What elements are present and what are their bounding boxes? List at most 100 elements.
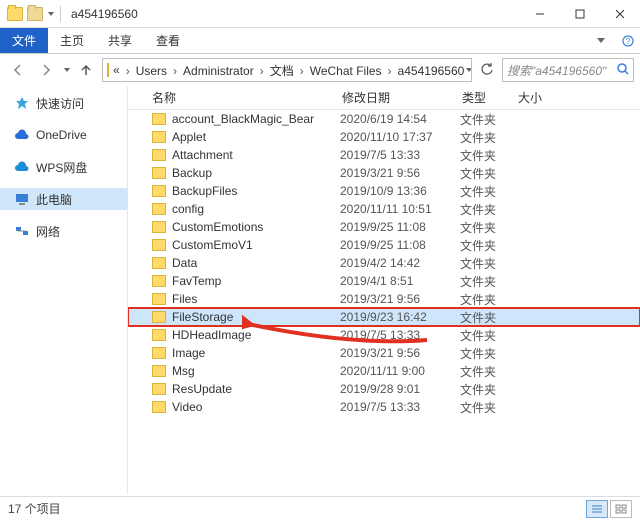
file-row[interactable]: Files2019/3/21 9:56文件夹 — [128, 290, 640, 308]
file-name: FileStorage — [172, 310, 340, 324]
file-row[interactable]: Backup2019/3/21 9:56文件夹 — [128, 164, 640, 182]
folder-icon — [152, 113, 166, 125]
folder-icon — [152, 275, 166, 287]
file-date: 2019/9/25 11:08 — [340, 238, 460, 252]
file-row[interactable]: Image2019/3/21 9:56文件夹 — [128, 344, 640, 362]
file-type: 文件夹 — [460, 111, 516, 128]
sidebar-item-net[interactable]: 网络 — [0, 220, 127, 242]
tab-home[interactable]: 主页 — [48, 28, 96, 53]
file-row[interactable]: ResUpdate2019/9/28 9:01文件夹 — [128, 380, 640, 398]
file-type: 文件夹 — [460, 327, 516, 344]
file-row[interactable]: account_BlackMagic_Bear2020/6/19 14:54文件… — [128, 110, 640, 128]
file-row[interactable]: FileStorage2019/9/23 16:42文件夹 — [128, 308, 640, 326]
column-headers[interactable]: 名称 修改日期 类型 大小 — [128, 86, 640, 110]
file-row[interactable]: Attachment2019/7/5 13:33文件夹 — [128, 146, 640, 164]
breadcrumb-item[interactable]: Administrator — [181, 64, 256, 78]
folder-icon — [152, 221, 166, 233]
status-item-count: 17 个项目 — [8, 500, 61, 517]
file-row[interactable]: Msg2020/11/11 9:00文件夹 — [128, 362, 640, 380]
svg-text:?: ? — [626, 37, 631, 46]
nav-history-dropdown[interactable] — [64, 68, 70, 72]
file-row[interactable]: CustomEmotions2019/9/25 11:08文件夹 — [128, 218, 640, 236]
sidebar-item-label: 此电脑 — [36, 191, 72, 208]
nav-back-button[interactable] — [6, 58, 30, 82]
breadcrumb-item[interactable]: WeChat Files — [308, 64, 384, 78]
file-row[interactable]: config2020/11/11 10:51文件夹 — [128, 200, 640, 218]
breadcrumb-bar[interactable]: « ›Users›Administrator›文档›WeChat Files›a… — [102, 58, 472, 82]
breadcrumb-item[interactable]: 文档 — [268, 64, 296, 78]
star-icon — [14, 96, 30, 110]
file-row[interactable]: BackupFiles2019/10/9 13:36文件夹 — [128, 182, 640, 200]
file-pane: 名称 修改日期 类型 大小 account_BlackMagic_Bear202… — [128, 86, 640, 494]
file-name: Applet — [172, 130, 340, 144]
file-date: 2019/7/5 13:33 — [340, 400, 460, 414]
titlebar-divider — [60, 6, 61, 22]
ribbon-expand-button[interactable] — [586, 28, 616, 53]
file-name: HDHeadImage — [172, 328, 340, 342]
file-type: 文件夹 — [460, 237, 516, 254]
folder-icon — [152, 131, 166, 143]
file-row[interactable]: Video2019/7/5 13:33文件夹 — [128, 398, 640, 416]
file-name: FavTemp — [172, 274, 340, 288]
pc-icon — [14, 192, 30, 206]
breadcrumb-sep: › — [256, 64, 268, 78]
view-details-button[interactable] — [586, 500, 608, 518]
qat-dropdown-icon[interactable] — [48, 12, 54, 16]
file-name: CustomEmotions — [172, 220, 340, 234]
sidebar-item-label: WPS网盘 — [36, 159, 87, 176]
folder-icon — [152, 311, 166, 323]
file-name: Attachment — [172, 148, 340, 162]
col-header-date[interactable]: 修改日期 — [342, 89, 462, 106]
breadcrumb-item[interactable]: Users — [134, 64, 169, 78]
file-date: 2019/3/21 9:56 — [340, 346, 460, 360]
file-type: 文件夹 — [460, 363, 516, 380]
file-row[interactable]: FavTemp2019/4/1 8:51文件夹 — [128, 272, 640, 290]
chevron-down-icon — [597, 38, 605, 43]
sidebar-item-pc[interactable]: 此电脑 — [0, 188, 127, 210]
nav-up-button[interactable] — [74, 58, 98, 82]
sidebar-item-cloud[interactable]: OneDrive — [0, 124, 127, 146]
file-type: 文件夹 — [460, 381, 516, 398]
breadcrumb-overflow[interactable]: « — [111, 63, 122, 77]
file-name: CustomEmoV1 — [172, 238, 340, 252]
sidebar-item-wps[interactable]: WPS网盘 — [0, 156, 127, 178]
refresh-button[interactable] — [476, 59, 498, 81]
folder-icon — [107, 63, 109, 77]
folder-icon — [152, 239, 166, 251]
minimize-button[interactable] — [520, 0, 560, 28]
file-row[interactable]: CustomEmoV12019/9/25 11:08文件夹 — [128, 236, 640, 254]
file-date: 2019/3/21 9:56 — [340, 292, 460, 306]
col-header-type[interactable]: 类型 — [462, 89, 518, 106]
file-name: Data — [172, 256, 340, 270]
status-bar: 17 个项目 — [0, 496, 640, 520]
help-button[interactable]: ? — [616, 28, 640, 53]
tab-view[interactable]: 查看 — [144, 28, 192, 53]
qat-open-icon[interactable] — [26, 5, 44, 23]
file-row[interactable]: HDHeadImage2019/7/5 13:33文件夹 — [128, 326, 640, 344]
nav-forward-button[interactable] — [34, 58, 58, 82]
breadcrumb-item[interactable]: a454196560 — [396, 64, 467, 78]
close-button[interactable] — [600, 0, 640, 28]
folder-icon — [152, 167, 166, 179]
file-date: 2019/4/1 8:51 — [340, 274, 460, 288]
col-header-size[interactable]: 大小 — [518, 89, 542, 106]
sidebar-item-label: 网络 — [36, 223, 60, 240]
tab-file[interactable]: 文件 — [0, 28, 48, 53]
search-input[interactable]: 搜索"a454196560" — [502, 58, 634, 82]
file-name: Backup — [172, 166, 340, 180]
folder-icon — [152, 365, 166, 377]
file-type: 文件夹 — [460, 129, 516, 146]
file-row[interactable]: Data2019/4/2 14:42文件夹 — [128, 254, 640, 272]
file-name: Video — [172, 400, 340, 414]
maximize-button[interactable] — [560, 0, 600, 28]
col-header-name[interactable]: 名称 — [152, 89, 342, 106]
folder-icon — [152, 329, 166, 341]
file-row[interactable]: Applet2020/11/10 17:37文件夹 — [128, 128, 640, 146]
tab-share[interactable]: 共享 — [96, 28, 144, 53]
breadcrumb-dropdown[interactable] — [466, 68, 472, 72]
file-date: 2019/7/5 13:33 — [340, 328, 460, 342]
file-list[interactable]: account_BlackMagic_Bear2020/6/19 14:54文件… — [128, 110, 640, 494]
view-icons-button[interactable] — [610, 500, 632, 518]
file-type: 文件夹 — [460, 273, 516, 290]
sidebar-item-star[interactable]: 快速访问 — [0, 92, 127, 114]
